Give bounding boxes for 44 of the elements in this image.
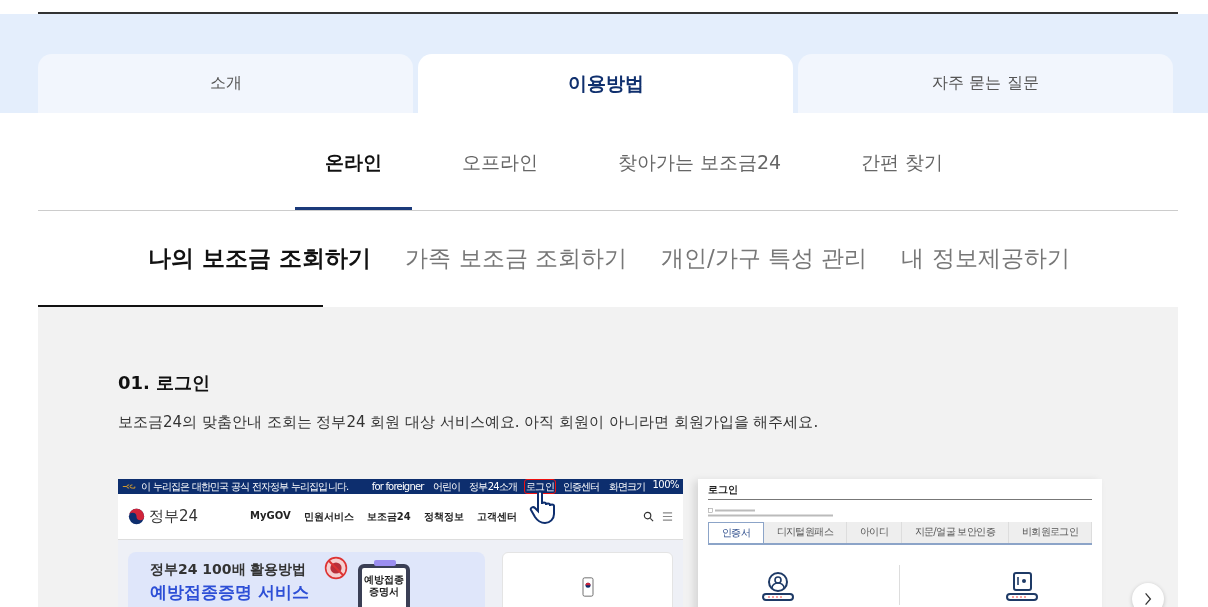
top-link[interactable]: 어린이 [430, 479, 463, 494]
method-tab[interactable]: 찾아가는 보조금24 [587, 113, 812, 210]
service-tab[interactable]: 가족 보조금 조회하기 [405, 242, 627, 274]
login-tab[interactable]: 지문/얼굴 보안인증 [901, 522, 1009, 543]
login-tab[interactable]: 인증서 [708, 522, 764, 543]
chevron-right-icon [1144, 592, 1152, 606]
method-tab[interactable]: 오프라인 [431, 113, 568, 210]
main-tab[interactable]: 소개 [38, 54, 413, 113]
site-logo: 정부24 [149, 507, 199, 526]
nav-menu-item[interactable]: 민원서비스 [303, 509, 354, 524]
banner-title: 정부24 100배 활용방법 [150, 561, 308, 579]
service-tab[interactable]: 나의 보조금 조회하기 [148, 242, 372, 274]
step-description: 보조금24의 맞춤안내 조회는 정부24 회원 대상 서비스예요. 아직 회원이 아니라면 회원가입을 해주세요. [118, 413, 820, 432]
nav-menu-item[interactable]: 정책정보 [423, 509, 464, 524]
login-tab[interactable]: 아이디 [846, 522, 902, 543]
main-tab[interactable]: 이용방법 [418, 54, 793, 113]
top-link[interactable]: 화면크기 [606, 479, 648, 494]
notice-text: 이 누리집은 대한민국 공식 전자정부 누리집입니다. [141, 479, 349, 494]
main-tab[interactable]: 자주 묻는 질문 [798, 54, 1173, 113]
taegeuk-logo-icon [128, 508, 145, 525]
search-icon[interactable] [643, 511, 654, 522]
menu-icon[interactable] [662, 511, 673, 522]
top-link[interactable]: 정부24소개 [467, 479, 520, 494]
zoom-level: 100% [652, 479, 679, 492]
top-link[interactable]: 인증센터 [560, 479, 602, 494]
nav-menu-item[interactable]: 보조금24 [366, 509, 411, 524]
login-tab[interactable]: 비회원로그인 [1008, 522, 1092, 543]
clipboard-clip [374, 560, 396, 566]
service-tab[interactable]: 개인/가구 특성 관리 [660, 242, 868, 274]
next-button[interactable] [1132, 583, 1164, 607]
nav-menu-item[interactable]: 고객센터 [476, 509, 517, 524]
method-tab[interactable]: 간편 찾기 [831, 113, 974, 210]
step-title: 01. 로그인 [118, 371, 212, 395]
no-virus-icon [324, 556, 348, 580]
nav-menu-item[interactable]: MyGOV [250, 509, 291, 524]
banner-subtitle: 예방접종증명 서비스 [150, 581, 309, 604]
eg-logo-icon [122, 483, 138, 490]
phone-icon [581, 577, 594, 597]
clipboard-text: 예방접종 [363, 574, 405, 586]
service-tab[interactable]: 내 정보제공하기 [901, 242, 1070, 274]
login-tab[interactable]: 디지털원패스 [763, 522, 847, 543]
clipboard-text: 증명서 [368, 586, 400, 598]
login-title: 로그인 [708, 483, 1092, 500]
top-link[interactable]: for foreigner [369, 479, 426, 494]
